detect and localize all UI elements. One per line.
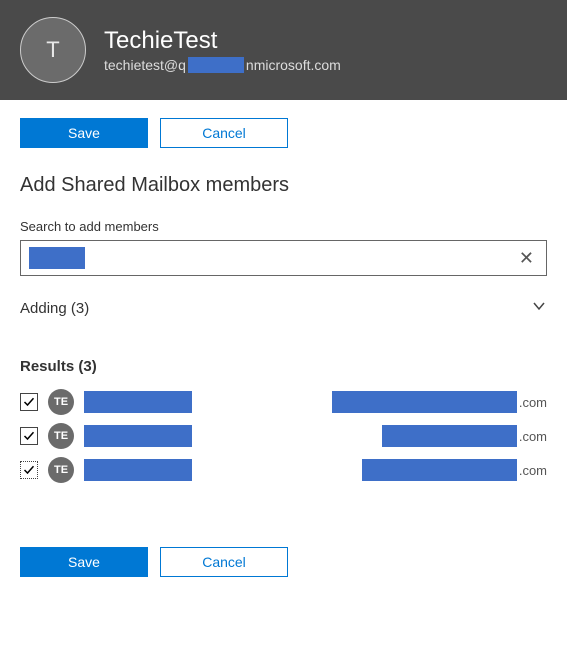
email-prefix: techietest@q	[104, 57, 186, 73]
avatar-initial: T	[46, 37, 59, 63]
redacted-block	[332, 391, 517, 413]
email-cell: .com	[317, 391, 547, 413]
checkbox[interactable]	[20, 393, 38, 411]
cancel-button[interactable]: Cancel	[160, 118, 288, 148]
email-cell: .com	[317, 425, 547, 447]
content-area: Save Cancel Add Shared Mailbox members S…	[0, 100, 567, 621]
top-button-row: Save Cancel	[20, 118, 547, 148]
avatar: T	[20, 17, 86, 83]
save-button[interactable]: Save	[20, 547, 148, 577]
redacted-block	[84, 391, 192, 413]
table-row: TE .com	[20, 385, 547, 419]
page-title: TechieTest	[104, 27, 341, 55]
clear-icon[interactable]: ✕	[515, 247, 538, 269]
checkbox[interactable]	[20, 427, 38, 445]
header-text: TechieTest techietest@q nmicrosoft.com	[104, 27, 341, 73]
header-bar: T TechieTest techietest@q nmicrosoft.com	[0, 0, 567, 100]
section-title: Add Shared Mailbox members	[20, 174, 547, 197]
cancel-button[interactable]: Cancel	[160, 547, 288, 577]
person-avatar: TE	[48, 389, 74, 415]
chevron-down-icon	[531, 298, 547, 318]
bottom-button-row: Save Cancel	[20, 547, 547, 577]
person-avatar: TE	[48, 423, 74, 449]
table-row: TE .com	[20, 419, 547, 453]
save-button[interactable]: Save	[20, 118, 148, 148]
person-avatar: TE	[48, 457, 74, 483]
redacted-block	[84, 425, 192, 447]
search-input[interactable]	[93, 241, 507, 275]
results-label: Results (3)	[20, 358, 547, 375]
adding-label: Adding (3)	[20, 300, 89, 317]
adding-expander[interactable]: Adding (3)	[20, 298, 547, 318]
email-suffix: .com	[519, 463, 547, 478]
redacted-block	[362, 459, 517, 481]
search-input-wrap[interactable]: ✕	[20, 240, 547, 276]
search-label: Search to add members	[20, 219, 547, 234]
email-suffix: .com	[519, 395, 547, 410]
redacted-block	[84, 459, 192, 481]
email-suffix: nmicrosoft.com	[246, 57, 341, 73]
redacted-block	[382, 425, 517, 447]
redacted-block	[29, 247, 85, 269]
checkbox[interactable]	[20, 461, 38, 479]
redacted-block	[188, 57, 244, 73]
table-row: TE .com	[20, 453, 547, 487]
email-suffix: .com	[519, 429, 547, 444]
email-cell: .com	[317, 459, 547, 481]
header-email: techietest@q nmicrosoft.com	[104, 57, 341, 73]
